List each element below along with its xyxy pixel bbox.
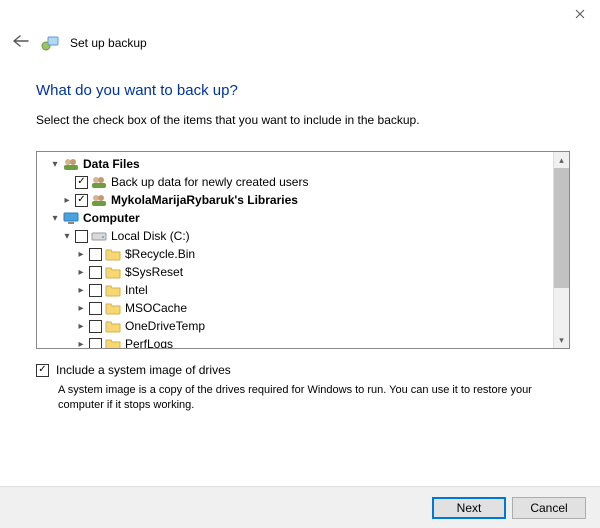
checkbox-system-image[interactable] <box>36 364 49 377</box>
node-label: $SysReset <box>123 265 183 279</box>
folder-icon <box>105 265 121 279</box>
window-title: Set up backup <box>70 36 147 50</box>
scroll-down-icon[interactable]: ▾ <box>554 332 569 348</box>
checkbox-user-libraries[interactable] <box>75 194 88 207</box>
users-icon <box>91 193 107 207</box>
expand-toggle-icon[interactable]: ▸ <box>61 195 73 206</box>
checkbox-folder[interactable] <box>89 302 102 315</box>
folder-icon <box>105 319 121 333</box>
scroll-up-icon[interactable]: ▴ <box>554 152 569 168</box>
users-icon <box>91 175 107 189</box>
checkbox-folder[interactable] <box>89 266 102 279</box>
tree-scrollbar[interactable]: ▴ ▾ <box>553 152 569 348</box>
node-label: Data Files <box>81 157 140 171</box>
node-label: OneDriveTemp <box>123 319 205 333</box>
tree-node-folder[interactable]: ▸ $SysReset <box>39 263 551 281</box>
expand-toggle-icon[interactable]: ▸ <box>75 267 87 278</box>
checkbox-folder[interactable] <box>89 320 102 333</box>
drive-icon <box>91 229 107 243</box>
node-label: MykolaMarijaRybaruk's Libraries <box>109 193 298 207</box>
tree-node-folder[interactable]: ▸ OneDriveTemp <box>39 317 551 335</box>
expand-toggle-icon[interactable]: ▾ <box>49 213 61 224</box>
users-icon <box>63 157 79 171</box>
tree-node-folder[interactable]: ▸ PerfLogs <box>39 335 551 348</box>
checkbox-folder[interactable] <box>89 284 102 297</box>
tree-node-new-users[interactable]: Back up data for newly created users <box>39 173 551 191</box>
backup-tree: ▾ Data Files Back up data for newly crea… <box>36 151 570 349</box>
expand-toggle-icon[interactable]: ▸ <box>75 303 87 314</box>
backup-app-icon <box>40 35 60 51</box>
folder-icon <box>105 283 121 297</box>
node-label: $Recycle.Bin <box>123 247 195 261</box>
system-image-label: Include a system image of drives <box>56 363 231 377</box>
node-label: Back up data for newly created users <box>109 175 308 189</box>
folder-icon <box>105 337 121 348</box>
back-arrow-icon[interactable] <box>12 34 30 52</box>
expand-toggle-icon[interactable]: ▸ <box>75 339 87 349</box>
scroll-thumb[interactable] <box>554 168 569 288</box>
tree-node-local-disk[interactable]: ▾ Local Disk (C:) <box>39 227 551 245</box>
folder-icon <box>105 301 121 315</box>
tree-node-computer[interactable]: ▾ Computer <box>39 209 551 227</box>
system-image-description: A system image is a copy of the drives r… <box>58 383 570 413</box>
tree-node-folder[interactable]: ▸ Intel <box>39 281 551 299</box>
tree-node-folder[interactable]: ▸ $Recycle.Bin <box>39 245 551 263</box>
checkbox-folder[interactable] <box>89 248 102 261</box>
checkbox-folder[interactable] <box>89 338 102 349</box>
node-label: PerfLogs <box>123 337 173 348</box>
node-label: Local Disk (C:) <box>109 229 190 243</box>
expand-toggle-icon[interactable]: ▾ <box>49 159 61 170</box>
expand-toggle-icon[interactable]: ▸ <box>75 249 87 260</box>
expand-toggle-icon[interactable]: ▸ <box>75 321 87 332</box>
page-heading: What do you want to back up? <box>36 82 570 99</box>
next-button[interactable]: Next <box>432 497 506 519</box>
tree-node-user-libraries[interactable]: ▸ MykolaMarijaRybaruk's Libraries <box>39 191 551 209</box>
checkbox-local-disk[interactable] <box>75 230 88 243</box>
checkbox-new-users[interactable] <box>75 176 88 189</box>
expand-toggle-icon[interactable]: ▾ <box>61 231 73 242</box>
tree-node-data-files[interactable]: ▾ Data Files <box>39 155 551 173</box>
node-label: Computer <box>81 211 140 225</box>
computer-icon <box>63 211 79 225</box>
folder-icon <box>105 247 121 261</box>
expand-toggle-icon[interactable]: ▸ <box>75 285 87 296</box>
instruction-text: Select the check box of the items that y… <box>36 113 570 127</box>
node-label: Intel <box>123 283 148 297</box>
window-close-button[interactable] <box>560 0 600 28</box>
cancel-button[interactable]: Cancel <box>512 497 586 519</box>
node-label: MSOCache <box>123 301 187 315</box>
tree-node-folder[interactable]: ▸ MSOCache <box>39 299 551 317</box>
